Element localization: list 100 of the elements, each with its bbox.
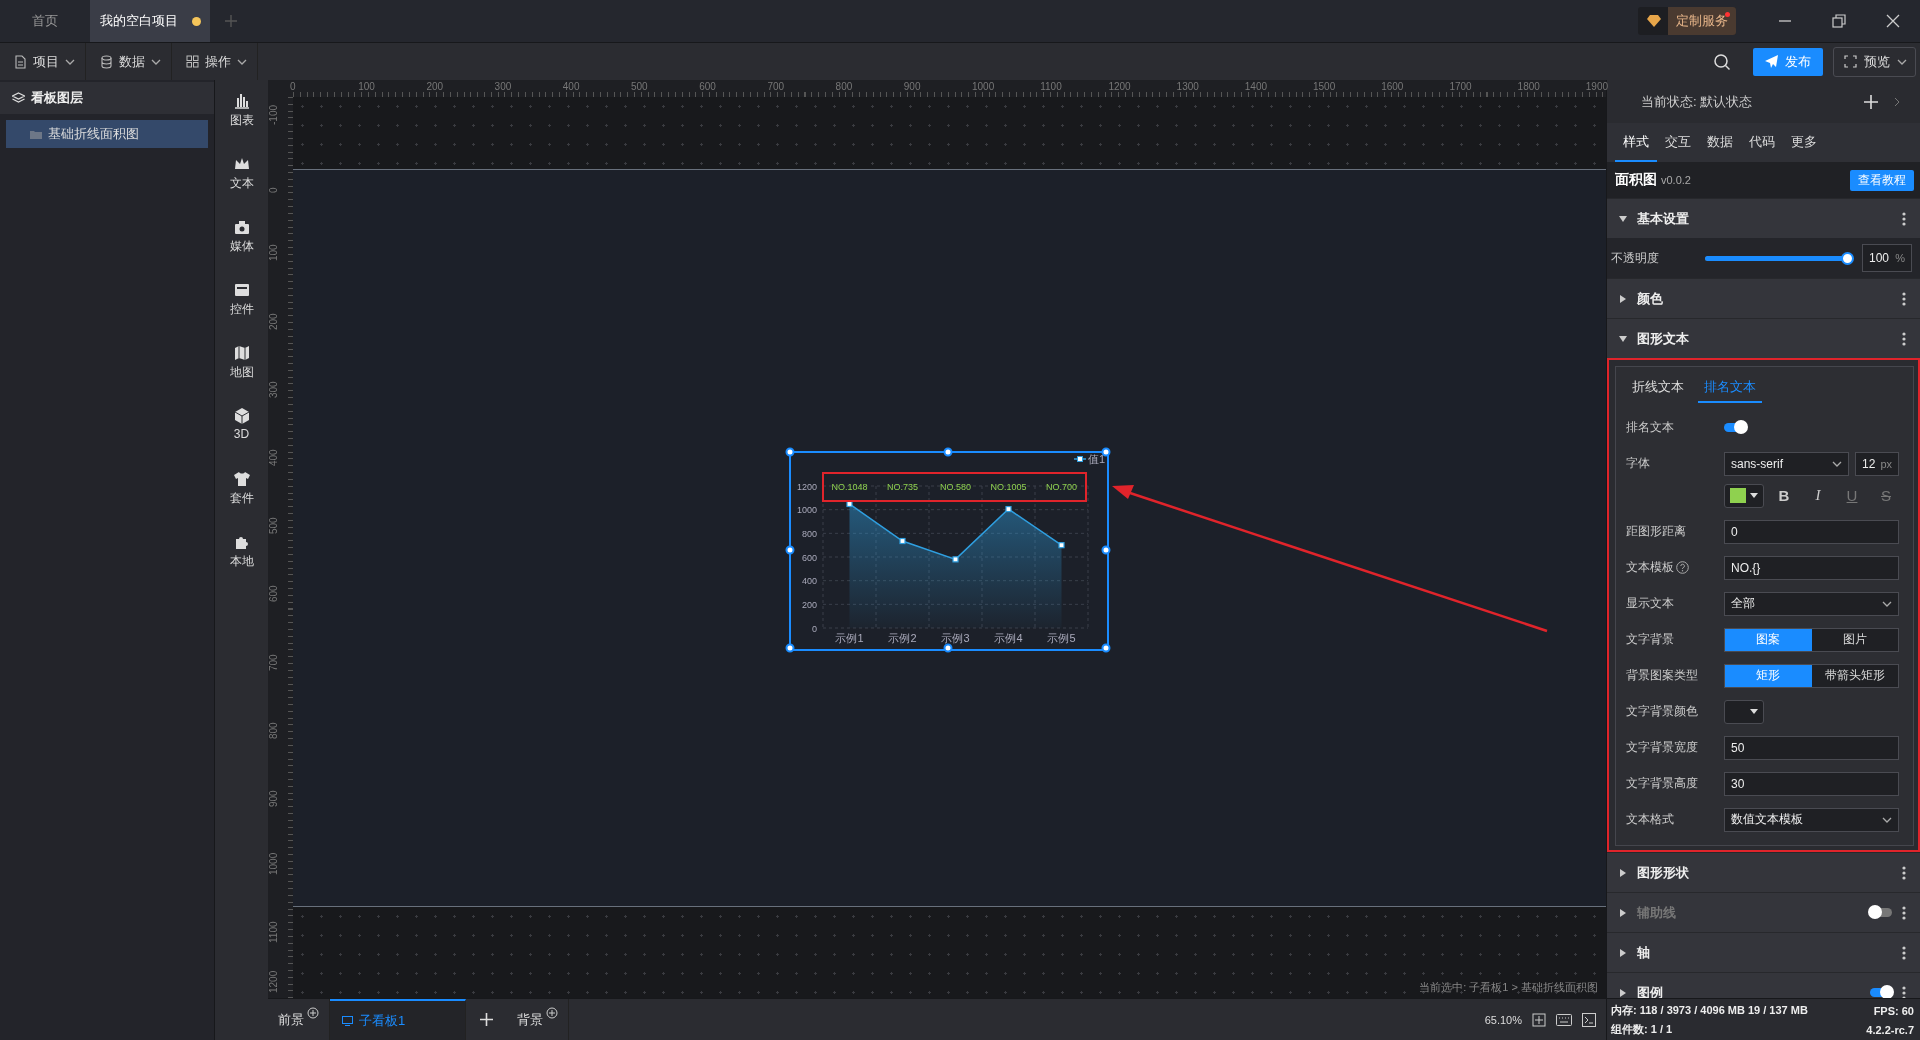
sub-tab[interactable]: 折线文本 xyxy=(1626,378,1690,403)
fullscreen-icon xyxy=(1844,55,1857,68)
camera-icon xyxy=(232,218,251,236)
component-button[interactable]: 本地 xyxy=(219,533,264,585)
section-header[interactable]: 图形文本 xyxy=(1607,318,1920,358)
data-label: NO.1005 xyxy=(990,482,1027,492)
color-picker[interactable] xyxy=(1724,483,1764,508)
ruler-label: 1700 xyxy=(1449,81,1472,92)
ruler-label: 1000 xyxy=(972,81,995,92)
ruler-label: 600 xyxy=(699,81,716,92)
ruler-label: 1200 xyxy=(268,969,280,993)
search-icon[interactable] xyxy=(1713,52,1731,71)
component-button[interactable]: 图表 xyxy=(219,92,264,144)
caret-right-icon xyxy=(1619,948,1627,957)
inspector-tab[interactable]: 交互 xyxy=(1657,123,1699,162)
font-select[interactable]: sans-serif xyxy=(1724,451,1849,476)
data-point xyxy=(1005,505,1012,513)
component-button[interactable]: 套件 xyxy=(219,470,264,522)
layer-item[interactable]: 基础折线面积图 xyxy=(6,120,208,148)
inspector-tab[interactable]: 更多 xyxy=(1783,123,1825,162)
chart-widget[interactable]: 0 200 400 600 800 1000 1200 值1 示例1 示例2 示例3 示例4 示例5 NO.1048 NO.735 NO.580 NO.1005 NO.700 xyxy=(789,451,1109,651)
diamond-icon xyxy=(1646,14,1662,28)
section-header[interactable]: 基本设置 xyxy=(1607,198,1920,238)
segment-option[interactable]: 带箭头矩形 xyxy=(1811,664,1898,687)
version-label: v0.0.2 xyxy=(1661,174,1691,186)
axis-label: 1000 xyxy=(796,505,817,516)
chevron-down-icon xyxy=(151,58,161,65)
resize-handle[interactable] xyxy=(785,545,795,555)
inspector-tab[interactable]: 代码 xyxy=(1741,123,1783,162)
legend-label: 值1 xyxy=(1088,453,1106,465)
section-header[interactable]: 图例 xyxy=(1607,972,1920,998)
add-circle-icon[interactable] xyxy=(546,1007,558,1019)
bar-chart-icon xyxy=(232,92,251,110)
custom-service-button[interactable]: 定制服务 xyxy=(1638,7,1736,35)
resize-handle[interactable] xyxy=(1101,643,1111,653)
more-icon[interactable] xyxy=(1902,291,1906,306)
axis-label: 示例5 xyxy=(1047,632,1076,644)
fit-screen-icon[interactable] xyxy=(1532,1012,1546,1027)
resize-handle[interactable] xyxy=(943,447,953,457)
more-icon[interactable] xyxy=(1902,211,1906,226)
dropdown[interactable]: 数值文本模板 xyxy=(1724,807,1899,832)
resize-handle[interactable] xyxy=(943,643,953,653)
text-field[interactable]: 30 xyxy=(1724,771,1899,796)
field-label: 文字背景高度 xyxy=(1626,775,1698,792)
map-icon xyxy=(232,344,251,362)
component-button[interactable]: 媒体 xyxy=(219,218,264,270)
inspector-tab[interactable]: 数据 xyxy=(1699,123,1741,162)
segment-option[interactable]: 图片 xyxy=(1811,628,1898,651)
ruler-label: 500 xyxy=(268,516,280,535)
resize-handle[interactable] xyxy=(785,447,795,457)
more-icon[interactable] xyxy=(1902,331,1906,346)
ruler-label: 200 xyxy=(426,81,444,92)
component-button[interactable]: 地图 xyxy=(219,344,264,396)
color-picker[interactable] xyxy=(1724,699,1764,724)
component-button[interactable]: 3D xyxy=(219,407,264,459)
component-button[interactable]: 控件 xyxy=(219,281,264,333)
field-label: 文字背景颜色 xyxy=(1626,703,1698,720)
sub-tab[interactable]: 排名文本 xyxy=(1698,378,1762,403)
notification-dot xyxy=(1725,12,1730,17)
section-header[interactable]: 轴 xyxy=(1607,932,1920,972)
resize-handle[interactable] xyxy=(785,643,795,653)
section-header[interactable]: 图形形状 xyxy=(1607,852,1920,892)
add-state-icon[interactable] xyxy=(1864,94,1878,109)
terminal-icon[interactable] xyxy=(1582,1012,1596,1027)
more-icon[interactable] xyxy=(1902,945,1906,960)
text-field[interactable]: 0 xyxy=(1724,519,1899,544)
ruler-label: 300 xyxy=(494,81,512,92)
field-label: 文字背景宽度 xyxy=(1626,739,1698,756)
component-count: 组件数: 1 / 1 xyxy=(1611,1022,1673,1037)
preview-button[interactable]: 预览 xyxy=(1833,46,1916,77)
ruler-label: 1300 xyxy=(1176,81,1199,92)
project-tab[interactable]: 我的空白项目 xyxy=(90,0,210,42)
number-field[interactable]: 100 % xyxy=(1862,244,1912,272)
toggle-switch[interactable] xyxy=(1724,423,1746,432)
resize-handle[interactable] xyxy=(1101,447,1111,457)
version-label: 4.2.2-rc.7 xyxy=(1866,1023,1914,1036)
ruler-label: 700 xyxy=(767,81,785,92)
slider-thumb[interactable] xyxy=(1841,251,1854,265)
ruler-label: 300 xyxy=(268,380,280,398)
add-circle-icon[interactable] xyxy=(307,1007,319,1019)
italic-button[interactable]: I xyxy=(1804,487,1832,504)
text-field[interactable]: NO.{} xyxy=(1724,555,1899,580)
add-icon[interactable] xyxy=(480,1013,493,1026)
text-field[interactable]: 50 xyxy=(1724,735,1899,760)
ruler-label: 1100 xyxy=(1040,81,1062,92)
caret-right-icon xyxy=(1619,294,1627,303)
close-icon[interactable] xyxy=(1886,14,1900,28)
bold-button[interactable]: B xyxy=(1770,487,1798,504)
board-tab[interactable]: 子看板1 xyxy=(330,999,466,1040)
component-button[interactable]: 文本 xyxy=(219,155,264,207)
project-tab[interactable]: 首页 xyxy=(0,0,90,42)
keyboard-icon[interactable] xyxy=(1556,1013,1572,1026)
dropdown[interactable]: 全部 xyxy=(1724,591,1899,616)
chevron-right-icon[interactable] xyxy=(1894,96,1900,107)
resize-handle[interactable] xyxy=(1101,545,1111,555)
more-icon[interactable] xyxy=(1902,865,1906,880)
section-header[interactable]: 颜色 xyxy=(1607,278,1920,318)
restore-icon[interactable] xyxy=(1832,14,1846,28)
size-field[interactable]: 12 px xyxy=(1855,451,1899,476)
board-tab[interactable]: 背景 xyxy=(507,999,569,1040)
